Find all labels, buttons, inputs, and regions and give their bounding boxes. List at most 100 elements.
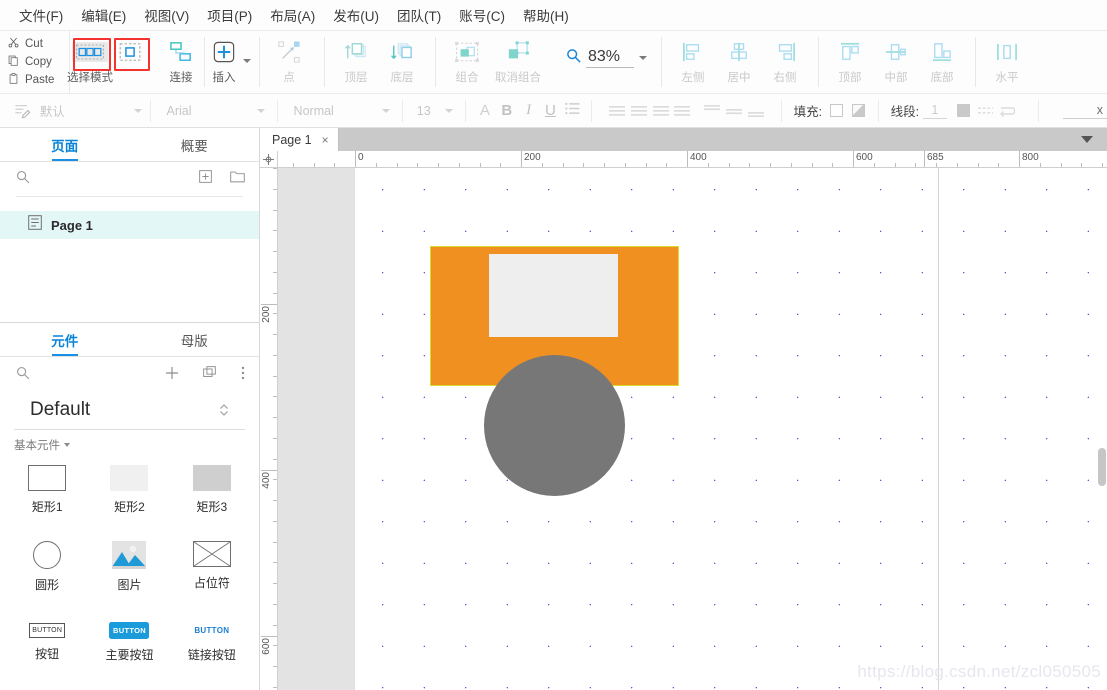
align-top-button[interactable]: 顶部	[827, 31, 873, 93]
vertical-ruler[interactable]: 200 400 600	[260, 168, 278, 690]
page-label: Page 1	[51, 217, 93, 233]
underline-button[interactable]: U	[539, 100, 561, 122]
paste-button[interactable]: Paste	[8, 72, 69, 89]
menu-item-project[interactable]: 项目(P)	[198, 2, 261, 28]
align-right-button[interactable]: 右侧	[762, 31, 808, 93]
widget-category-header[interactable]: 基本元件	[0, 430, 259, 457]
chevron-down-icon[interactable]	[639, 56, 647, 60]
bullet-list-button[interactable]	[561, 100, 583, 122]
tab-outline[interactable]: 概要	[130, 128, 260, 161]
zoom-value[interactable]: 83%	[586, 48, 634, 68]
widget-item-link-button[interactable]: BUTTON 链接按钮	[171, 611, 253, 677]
align-center-button[interactable]: 居中	[716, 31, 762, 93]
ruler-tick	[749, 163, 750, 167]
align-bottom-button[interactable]: 底部	[919, 31, 965, 93]
group-button[interactable]: 组合	[444, 31, 490, 93]
align-left-label: 左侧	[681, 72, 705, 84]
cut-button[interactable]: Cut	[8, 36, 69, 53]
font-weight-select[interactable]: Normal	[288, 100, 396, 122]
tab-widgets[interactable]: 元件	[0, 323, 130, 356]
text-align-left-button[interactable]	[606, 100, 628, 122]
scrollbar-thumb[interactable]	[1098, 448, 1106, 486]
bold-button[interactable]: B	[496, 100, 518, 122]
search-icon[interactable]	[16, 170, 30, 189]
ungroup-button[interactable]: 取消组合	[490, 31, 546, 93]
align-middle-label: 中部	[884, 72, 908, 84]
arrow-style-button[interactable]	[996, 100, 1018, 122]
widget-item-rect2[interactable]: 矩形2	[88, 459, 170, 525]
tab-pages[interactable]: 页面	[0, 128, 130, 161]
send-to-back-button[interactable]: 底层	[379, 31, 425, 93]
ruler-tick	[397, 163, 398, 167]
search-icon[interactable]	[16, 366, 30, 385]
close-icon[interactable]: ×	[322, 133, 329, 147]
vertical-align-middle-button[interactable]	[723, 100, 745, 122]
align-left-button[interactable]: 左侧	[670, 31, 716, 93]
menu-item-publish[interactable]: 发布(U)	[324, 2, 388, 28]
canvas-shape-gray-circle[interactable]	[484, 355, 625, 496]
menu-item-help[interactable]: 帮助(H)	[514, 2, 578, 28]
button-link-icon: BUTTON	[191, 622, 233, 639]
canvas-viewport[interactable]: https://blog.csdn.net/zcl050505	[278, 168, 1107, 690]
select-mode-multi-button[interactable]: 选择模式	[67, 31, 113, 93]
font-family-select[interactable]: Arial	[161, 100, 271, 122]
page-list-item-page1[interactable]: Page 1	[0, 211, 259, 239]
widget-item-button[interactable]: BUTTON 按钮	[6, 611, 88, 677]
zoom-control[interactable]: 83%	[546, 48, 661, 68]
widget-item-image[interactable]: 图片	[88, 535, 170, 601]
rectangle-light-icon	[110, 465, 149, 491]
style-select[interactable]: 默认	[34, 100, 148, 122]
distribute-horizontal-button[interactable]: 水平	[984, 31, 1030, 93]
select-mode-contained-button[interactable]	[110, 31, 150, 93]
line-style-button[interactable]	[975, 100, 997, 122]
point-button[interactable]: 点	[266, 31, 312, 93]
style-icon[interactable]	[12, 100, 34, 122]
canvas-tab-page1[interactable]: Page 1 ×	[260, 128, 339, 151]
tab-masters[interactable]: 母版	[130, 323, 260, 356]
vertical-align-bottom-button[interactable]	[745, 100, 767, 122]
menu-item-view[interactable]: 视图(V)	[135, 2, 198, 28]
text-align-center-button[interactable]	[628, 100, 650, 122]
align-middle-button[interactable]: 中部	[873, 31, 919, 93]
widget-item-primary-button[interactable]: BUTTON 主要按钮	[88, 611, 170, 677]
insert-dropdown-arrow[interactable]	[243, 45, 251, 77]
library-selector[interactable]: Default	[14, 393, 245, 430]
menu-item-file[interactable]: 文件(F)	[10, 2, 72, 28]
widget-item-rect3[interactable]: 矩形3	[171, 459, 253, 525]
bring-to-front-button[interactable]: 顶层	[333, 31, 379, 93]
add-page-icon[interactable]	[199, 170, 212, 188]
insert-button[interactable]: 插入	[205, 31, 243, 93]
line-width-input[interactable]: 1	[923, 103, 947, 119]
overflow-menu-icon[interactable]	[241, 366, 245, 385]
vertical-align-top-button[interactable]	[701, 100, 723, 122]
font-size-select[interactable]: 13	[411, 100, 459, 122]
point-label: 点	[283, 72, 295, 84]
text-align-justify-button[interactable]	[671, 100, 693, 122]
horizontal-ruler[interactable]: 0 200 400 600 685 800	[278, 151, 1107, 168]
fill-gradient-swatch[interactable]	[848, 100, 870, 122]
menu-item-team[interactable]: 团队(T)	[388, 2, 450, 28]
x-coordinate-field[interactable]: x	[1063, 103, 1107, 119]
menu-item-account[interactable]: 账号(C)	[450, 2, 514, 28]
tab-overflow-caret-icon[interactable]	[1081, 136, 1093, 143]
canvas-vertical-scrollbar[interactable]	[1098, 168, 1106, 690]
ruler-origin-button[interactable]	[260, 151, 278, 168]
line-color-swatch[interactable]	[953, 100, 975, 122]
text-align-right-button[interactable]	[650, 100, 672, 122]
fill-color-swatch[interactable]	[826, 100, 848, 122]
font-color-button[interactable]: A	[474, 100, 496, 122]
add-folder-icon[interactable]	[230, 170, 245, 188]
italic-button[interactable]: I	[518, 100, 540, 122]
widget-item-placeholder[interactable]: 占位符	[171, 535, 253, 601]
add-library-icon[interactable]	[165, 366, 179, 385]
canvas-shape-light-rectangle[interactable]	[489, 254, 618, 337]
menu-item-layout[interactable]: 布局(A)	[261, 2, 324, 28]
widget-item-rect1[interactable]: 矩形1	[6, 459, 88, 525]
widget-item-circle[interactable]: 圆形	[6, 535, 88, 601]
ruler-tick	[1102, 163, 1103, 167]
ruler-tick	[273, 459, 277, 460]
duplicate-icon[interactable]	[203, 365, 217, 385]
copy-button[interactable]: Copy	[8, 54, 69, 71]
connect-button[interactable]: 连接	[158, 31, 204, 93]
menu-item-edit[interactable]: 编辑(E)	[72, 2, 135, 28]
